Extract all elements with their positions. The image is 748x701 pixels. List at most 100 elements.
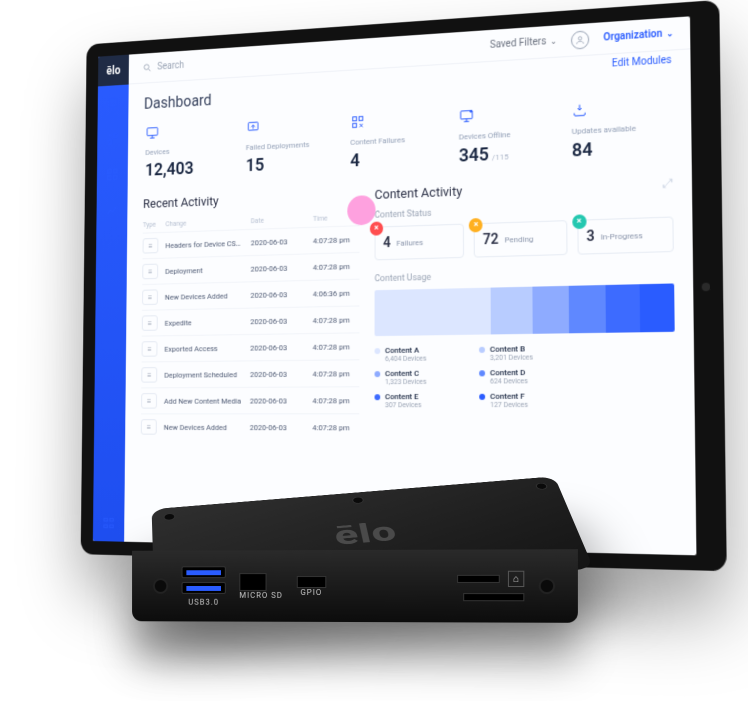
kpi-updates-available[interactable]: Updates available 84: [569, 93, 672, 166]
user-avatar-icon[interactable]: [571, 30, 589, 49]
usb-port-icon: [182, 582, 226, 594]
activity-name: Deployment Scheduled: [164, 370, 243, 379]
activity-name: New Devices Added: [164, 423, 243, 432]
activity-date: 2020-06-03: [251, 236, 306, 247]
card-slot-icon: [457, 575, 500, 583]
screw-icon: [163, 513, 175, 521]
legend-dot-icon: [479, 394, 485, 400]
recent-activity-panel: Recent Activity Type Change Date Time ≡ …: [141, 189, 360, 441]
tablet-camera: [702, 283, 711, 292]
organization-dropdown[interactable]: Organization ⌄: [603, 28, 673, 44]
nav-devices-icon[interactable]: [105, 94, 121, 112]
legend-name: Content A: [385, 345, 427, 355]
nav-deploy-icon[interactable]: [105, 130, 121, 148]
status-card[interactable]: × 4 Failures: [375, 224, 465, 261]
status-label: Pending: [505, 234, 534, 244]
gpio-port: GPIO: [297, 576, 326, 597]
activity-row[interactable]: ≡ New Devices Added 2020-06-03 4:07:28 p…: [141, 413, 360, 440]
activity-row[interactable]: ≡ Add New Content Media 2020-06-03 4:07:…: [141, 386, 359, 413]
monitor-icon: [145, 121, 229, 143]
legend-dot-icon: [375, 371, 381, 377]
card-slot-icon: [463, 593, 524, 601]
saved-filters-dropdown[interactable]: Saved Filters ⌄: [490, 35, 557, 50]
dashboard-screen: ēlo Search: [93, 16, 697, 555]
usage-segment: [569, 285, 606, 333]
activity-row[interactable]: ≡ Expedite 2020-06-03 4:07:28 pm: [142, 305, 360, 335]
status-value: 72: [483, 232, 499, 249]
legend-item: Content A 6,404 Devices: [375, 345, 462, 363]
brand-logo[interactable]: ēlo: [98, 55, 129, 87]
chevron-down-icon: ⌄: [550, 37, 557, 47]
kpi-failed-deployments[interactable]: Failed Deployments 15: [244, 111, 336, 179]
usage-bar-chart: [375, 283, 675, 336]
activity-time: 4:07:28 pm: [313, 342, 360, 352]
microsd-port: MICRO SD: [239, 573, 283, 600]
kpi-devices-offline[interactable]: Devices Offline 345/115: [457, 99, 556, 170]
activity-date: 2020-06-03: [250, 289, 305, 299]
legend-name: Content E: [385, 392, 421, 401]
nav-settings-icon[interactable]: [101, 514, 117, 532]
chevron-down-icon: ⌄: [666, 29, 673, 39]
activity-type-icon: ≡: [142, 341, 158, 357]
search-icon: [143, 62, 153, 73]
activity-row[interactable]: ≡ Deployment Scheduled 2020-06-03 4:07:2…: [141, 359, 359, 387]
activity-name: Expedite: [165, 317, 243, 327]
gpio-port-icon: [297, 576, 326, 588]
kpi-content-failures[interactable]: Content Failures 4: [348, 106, 443, 176]
legend-item: Content B 3,201 Devices: [479, 344, 569, 362]
kpi-devices[interactable]: Devices 12,403: [143, 117, 231, 184]
status-card[interactable]: × 3 In-Progress: [577, 216, 674, 254]
activity-name: Headers for Device CSV Expo…: [165, 238, 243, 249]
legend-dot-icon: [375, 348, 381, 354]
legend-dot-icon: [375, 394, 381, 400]
tablet-frame: ēlo Search: [81, 0, 727, 571]
legend-item: Content E 307 Devices: [375, 392, 462, 409]
legend-name: Content D: [490, 368, 528, 378]
activity-date: 2020-06-03: [250, 369, 305, 378]
activity-row[interactable]: ≡ Exported Access 2020-06-03 4:07:28 pm: [142, 332, 360, 361]
activity-type-icon: ≡: [141, 393, 157, 408]
microsd-slot-icon: [239, 573, 266, 591]
device-logo: ēlo: [331, 516, 400, 552]
upload-icon: [246, 115, 334, 137]
activity-time: 4:07:28 pm: [313, 261, 360, 271]
status-card[interactable]: × 72 Pending: [474, 220, 567, 258]
usb-port-icon: [182, 566, 226, 578]
screw-icon: [352, 496, 365, 504]
legend-sub: 3,201 Devices: [490, 353, 533, 362]
activity-type-icon: ≡: [142, 315, 158, 331]
status-badge-icon: ×: [469, 218, 483, 233]
monitor-offline-icon: [459, 103, 554, 126]
content-usage-label: Content Usage: [375, 267, 675, 285]
legend-name: Content F: [490, 392, 528, 401]
expand-icon[interactable]: ⤢: [663, 176, 673, 192]
status-value: 3: [586, 228, 594, 245]
activity-name: New Devices Added: [165, 291, 243, 301]
activity-date: 2020-06-03: [250, 423, 305, 432]
legend-sub: 127 Devices: [490, 401, 528, 409]
nav-grid-icon[interactable]: [105, 166, 121, 184]
legend-item: Content C 1,323 Devices: [375, 368, 462, 386]
activity-date: 2020-06-03: [250, 316, 305, 326]
usage-segment: [606, 284, 641, 333]
search-placeholder: Search: [157, 60, 184, 72]
usage-legend: Content A 6,404 Devices Content B 3,201 …: [375, 342, 676, 409]
nav-analytics-icon[interactable]: [104, 201, 120, 219]
activity-name: Exported Access: [164, 343, 243, 353]
activity-time: 4:07:28 pm: [313, 315, 360, 325]
activity-time: 4:06:36 pm: [313, 288, 360, 298]
activity-name: Deployment: [165, 265, 243, 276]
usb-ports: USB3.0: [182, 566, 226, 606]
activity-date: 2020-06-03: [250, 343, 305, 353]
activity-time: 4:07:28 pm: [312, 396, 359, 405]
usage-segment: [491, 287, 533, 335]
activity-time: 4:07:28 pm: [312, 369, 359, 378]
legend-item: Content D 624 Devices: [479, 367, 569, 385]
usage-segment: [640, 283, 675, 332]
status-badge-icon: ×: [572, 214, 586, 229]
legend-name: Content C: [385, 369, 427, 378]
activity-type-icon: ≡: [141, 367, 157, 383]
usage-segment: [375, 288, 491, 337]
recent-activity-title: Recent Activity: [143, 195, 219, 212]
activity-date: 2020-06-03: [251, 263, 306, 273]
